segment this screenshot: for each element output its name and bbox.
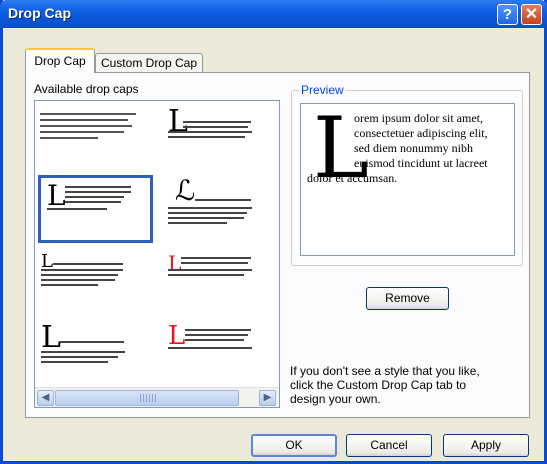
remove-button[interactable]: Remove: [366, 287, 449, 310]
gallery-item-red-drop[interactable]: L: [165, 253, 270, 317]
preview-line: euismod tincidunt ut lacreet: [354, 156, 488, 170]
tab-custom-drop-cap[interactable]: Custom Drop Cap: [95, 53, 203, 73]
gallery-item-small-drop[interactable]: L: [38, 253, 143, 317]
drop-cap-gallery[interactable]: L L ℒ L L L L: [34, 100, 280, 408]
window-title: Drop Cap: [8, 5, 71, 21]
close-button[interactable]: ✕: [521, 4, 542, 25]
gallery-cap: L: [47, 179, 66, 212]
title-bar[interactable]: Drop Cap ? ✕: [0, 0, 547, 28]
apply-button[interactable]: Apply: [443, 434, 529, 457]
gallery-cap: L: [168, 321, 186, 351]
arrow-left-icon[interactable]: ◀: [37, 390, 54, 406]
preview-pane: L orem ipsum dolor sit amet, consectetue…: [300, 103, 515, 256]
arrow-right-icon[interactable]: ▶: [259, 390, 276, 406]
gallery-cap: ℒ: [175, 174, 196, 207]
grip-icon: [140, 394, 156, 402]
gallery-cap: L: [41, 320, 61, 355]
preview-line: orem ipsum dolor sit amet,: [354, 111, 483, 125]
gallery-item-script-swash[interactable]: ℒ: [165, 174, 270, 243]
preview-line: dolor et accumsan.: [307, 171, 398, 185]
gallery-item-red-drop-large[interactable]: L: [165, 323, 270, 387]
available-drop-caps-label: Available drop caps: [34, 82, 139, 96]
preview-line: sed diem nonummy nibh: [354, 141, 473, 155]
ok-button[interactable]: OK: [251, 434, 337, 457]
gallery-item-drop-3-lines[interactable]: L: [165, 107, 270, 171]
gallery-horizontal-scrollbar[interactable]: ◀ ▶: [35, 387, 279, 407]
preview-line: consectetuer adipiscing elit,: [354, 126, 488, 140]
hint-text: If you don't see a style that you like, …: [290, 364, 480, 406]
tab-drop-cap[interactable]: Drop Cap: [25, 48, 95, 73]
cancel-button[interactable]: Cancel: [346, 434, 432, 457]
scroll-thumb[interactable]: [55, 390, 239, 406]
preview-label: Preview: [299, 83, 346, 97]
gallery-item-raised-large[interactable]: L: [38, 323, 143, 387]
help-button[interactable]: ?: [497, 4, 518, 25]
gallery-item-none[interactable]: [38, 107, 143, 171]
gallery-item-drop-2-lines-boxed[interactable]: L: [38, 175, 153, 243]
